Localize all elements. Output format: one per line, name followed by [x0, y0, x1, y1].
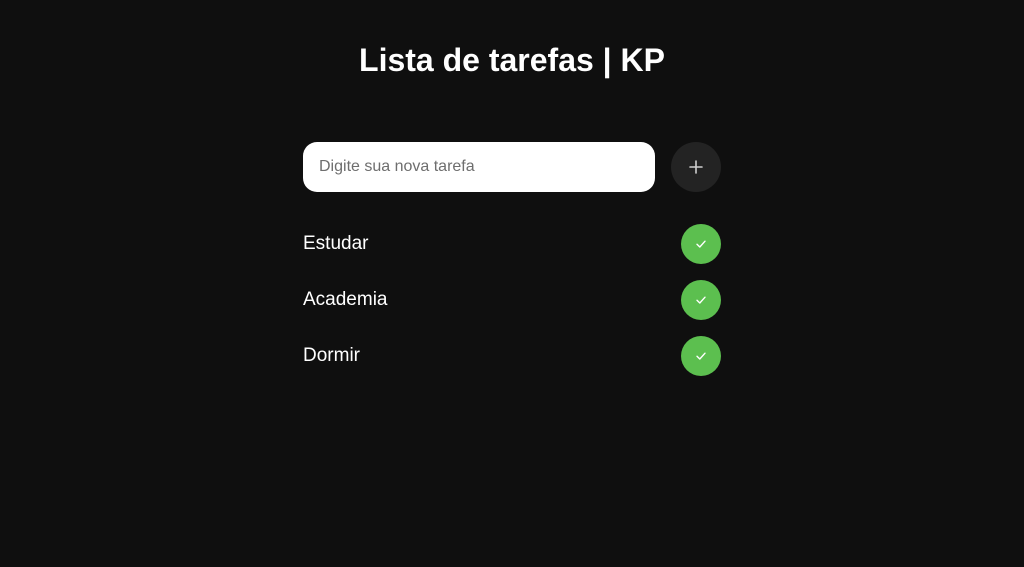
- add-task-button[interactable]: [671, 142, 721, 192]
- todo-container: Estudar Academia Dormir: [303, 142, 721, 392]
- new-task-form: [303, 142, 721, 192]
- new-task-input[interactable]: [303, 142, 655, 192]
- check-icon: [696, 240, 706, 248]
- check-icon: [696, 352, 706, 360]
- page-title: Lista de tarefas | KP: [359, 42, 665, 78]
- complete-task-button[interactable]: [681, 336, 721, 376]
- app-root: Lista de tarefas | KP Estudar Academia: [0, 0, 1024, 567]
- task-item: Dormir: [303, 336, 721, 376]
- task-list: Estudar Academia Dormir: [303, 224, 721, 376]
- task-item: Estudar: [303, 224, 721, 264]
- task-label: Estudar: [303, 233, 369, 254]
- task-label: Dormir: [303, 345, 360, 366]
- complete-task-button[interactable]: [681, 280, 721, 320]
- check-icon: [696, 296, 706, 304]
- plus-icon: [689, 160, 703, 174]
- complete-task-button[interactable]: [681, 224, 721, 264]
- task-item: Academia: [303, 280, 721, 320]
- task-label: Academia: [303, 289, 388, 310]
